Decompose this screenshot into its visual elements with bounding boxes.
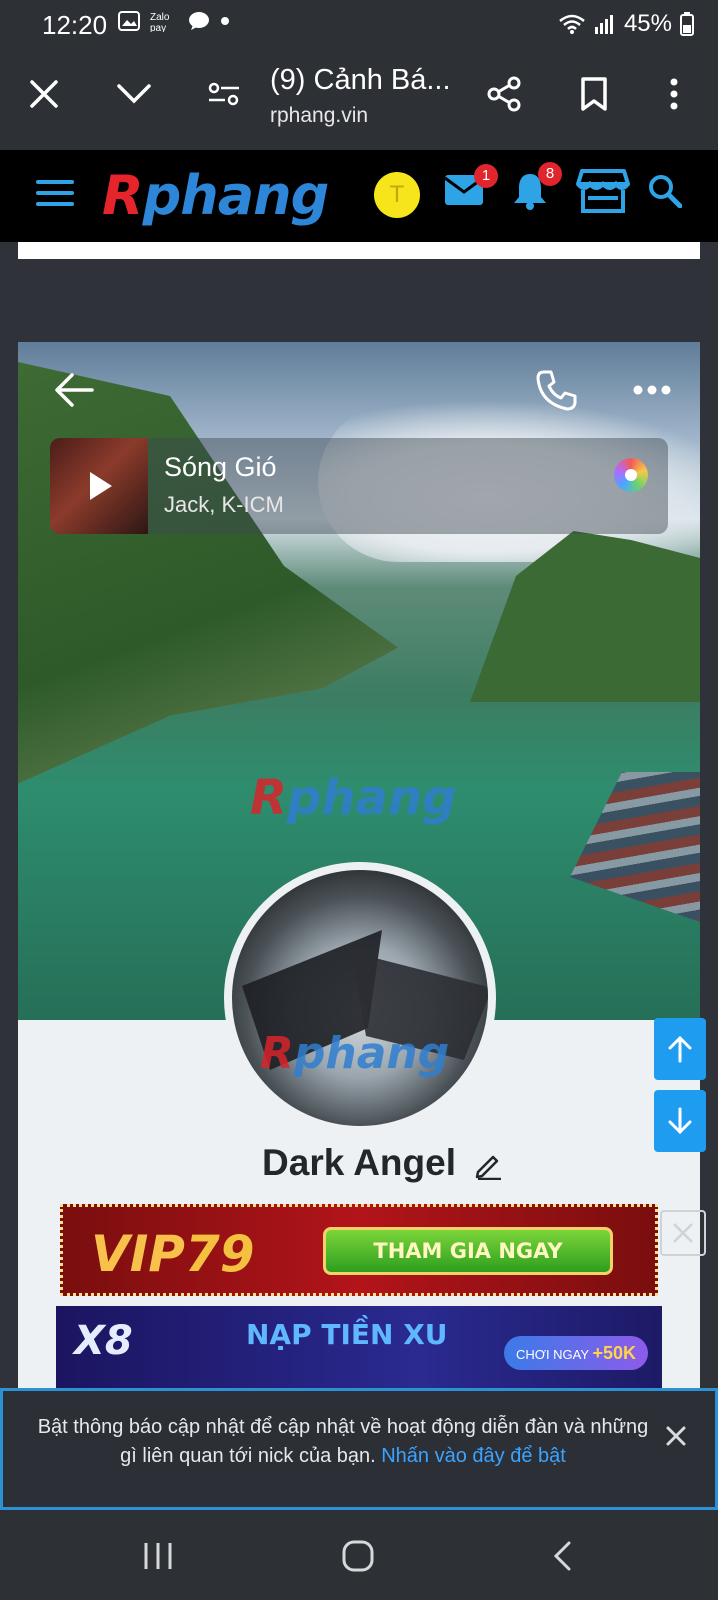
profile-music-player[interactable]: Sóng Gió Jack, K-ICM xyxy=(50,438,668,534)
hamburger-menu-button[interactable] xyxy=(36,178,74,208)
avatar-watermark: Rphang xyxy=(260,1028,449,1079)
avatar-watermark-text: phang xyxy=(293,1028,450,1079)
profile-avatar[interactable]: Rphang xyxy=(224,862,496,1134)
bookmark-button[interactable] xyxy=(570,70,618,118)
share-icon xyxy=(487,76,521,112)
content-strip xyxy=(18,242,700,259)
more-menu-button[interactable] xyxy=(650,70,698,118)
watermark-r: R xyxy=(250,770,287,826)
enable-notifications-link[interactable]: Nhấn vào đây để bật xyxy=(381,1445,566,1467)
gallery-icon xyxy=(118,11,140,31)
avatar-watermark-r: R xyxy=(260,1028,294,1079)
home-button[interactable] xyxy=(338,1536,378,1576)
status-bar: 12:20 Zalo pay 45% xyxy=(0,0,718,48)
signal-icon xyxy=(594,15,613,34)
battery-icon xyxy=(680,12,694,36)
wifi-icon xyxy=(559,14,585,34)
menu-icon xyxy=(36,180,74,206)
more-horizontal-icon[interactable] xyxy=(630,372,674,408)
search-button[interactable] xyxy=(648,174,682,208)
notice-text: Bật thông báo cập nhật để cập nhật về ho… xyxy=(33,1413,653,1471)
x8-ad-banner[interactable]: X8 NẠP TIỀN XU CHƠI NGAY +50K xyxy=(56,1306,662,1390)
edit-pencil-icon[interactable] xyxy=(474,1150,504,1180)
notifications-button[interactable]: 8 xyxy=(512,162,562,210)
cover-watermark: Rphang xyxy=(250,770,456,826)
ad1-logo: VIP79 xyxy=(91,1225,255,1283)
battery-percent: 45% xyxy=(623,10,672,37)
minimize-tab-button[interactable] xyxy=(110,70,158,118)
browser-toolbar: (9) Cảnh Bá... rphang.vin xyxy=(0,48,718,150)
vip79-ad-banner[interactable]: VIP79 THAM GIA NGAY xyxy=(60,1204,658,1296)
play-icon xyxy=(90,472,112,500)
page-title: (9) Cảnh Bá... xyxy=(270,64,451,96)
push-notification-prompt: Bật thông báo cập nhật để cập nhật về ho… xyxy=(0,1388,718,1510)
ad2-logo: X8 xyxy=(74,1318,133,1364)
ad2-pill-label: CHƠI NGAY xyxy=(516,1347,589,1362)
watermark-text: phang xyxy=(286,770,457,826)
recents-icon xyxy=(144,1543,172,1569)
ad-close-button[interactable] xyxy=(660,1210,706,1256)
user-avatar-button[interactable]: T xyxy=(374,172,420,218)
scroll-to-bottom-button[interactable] xyxy=(654,1090,706,1152)
ad1-cta: THAM GIA NGAY xyxy=(323,1227,613,1275)
store-button[interactable] xyxy=(576,168,630,214)
svg-text:pay: pay xyxy=(150,23,166,32)
status-time: 12:20 xyxy=(42,10,108,40)
page-settings-button[interactable] xyxy=(200,70,248,118)
logo-r: R xyxy=(102,164,144,227)
site-header: Rphang T 1 8 xyxy=(0,150,718,242)
zalopay-icon: Zalopay xyxy=(150,12,170,32)
svg-text:Zalo: Zalo xyxy=(150,12,170,23)
ad1-logo-vip: VIP xyxy=(91,1225,185,1283)
logo-text: phang xyxy=(142,164,330,227)
chevron-down-icon xyxy=(117,84,151,104)
arrow-down-icon xyxy=(668,1107,692,1135)
status-left-icons: Zalo pay xyxy=(118,10,230,32)
close-icon xyxy=(673,1223,693,1243)
close-icon xyxy=(30,80,58,108)
chat-icon xyxy=(189,12,209,30)
arrow-up-icon xyxy=(668,1035,692,1063)
phone-icon[interactable] xyxy=(534,368,578,412)
site-logo[interactable]: Rphang xyxy=(102,164,330,227)
scroll-to-top-button[interactable] xyxy=(654,1018,706,1080)
recent-apps-button[interactable] xyxy=(138,1536,178,1576)
back-arrow-icon[interactable] xyxy=(52,368,96,412)
more-vertical-icon xyxy=(670,78,678,110)
music-cover-thumbnail[interactable] xyxy=(50,438,148,534)
profile-name: Dark Angel xyxy=(262,1142,456,1183)
music-disc-icon xyxy=(614,458,648,492)
page-url: rphang.vin xyxy=(270,104,369,127)
close-tab-button[interactable] xyxy=(20,70,68,118)
store-icon xyxy=(576,169,630,213)
music-artist: Jack, K-ICM xyxy=(164,492,284,517)
ad2-text: NẠP TIỀN XU xyxy=(246,1318,448,1351)
bookmark-icon xyxy=(581,77,607,111)
music-title: Sóng Gió xyxy=(164,452,277,482)
search-icon xyxy=(649,175,682,208)
cover-boats xyxy=(570,772,700,922)
back-button[interactable] xyxy=(542,1536,582,1576)
share-button[interactable] xyxy=(480,70,528,118)
messages-button[interactable]: 1 xyxy=(444,164,498,206)
messages-badge: 1 xyxy=(474,164,498,188)
close-icon[interactable] xyxy=(661,1421,691,1451)
ad2-pill: CHƠI NGAY +50K xyxy=(504,1336,648,1370)
tune-icon xyxy=(208,82,239,106)
page: 12:20 Zalo pay 45% (9) Cảnh Bá... rphang.… xyxy=(0,0,718,1600)
ad1-logo-number: 79 xyxy=(184,1225,255,1283)
home-icon xyxy=(342,1540,374,1572)
notifications-badge: 8 xyxy=(538,162,562,186)
dot-icon xyxy=(221,17,229,25)
avatar-letter: T xyxy=(389,181,405,208)
system-navigation-bar xyxy=(0,1510,718,1600)
back-chevron-icon xyxy=(553,1541,571,1571)
ad2-pill-amount: +50K xyxy=(592,1343,636,1363)
status-right: 45% xyxy=(558,10,694,38)
